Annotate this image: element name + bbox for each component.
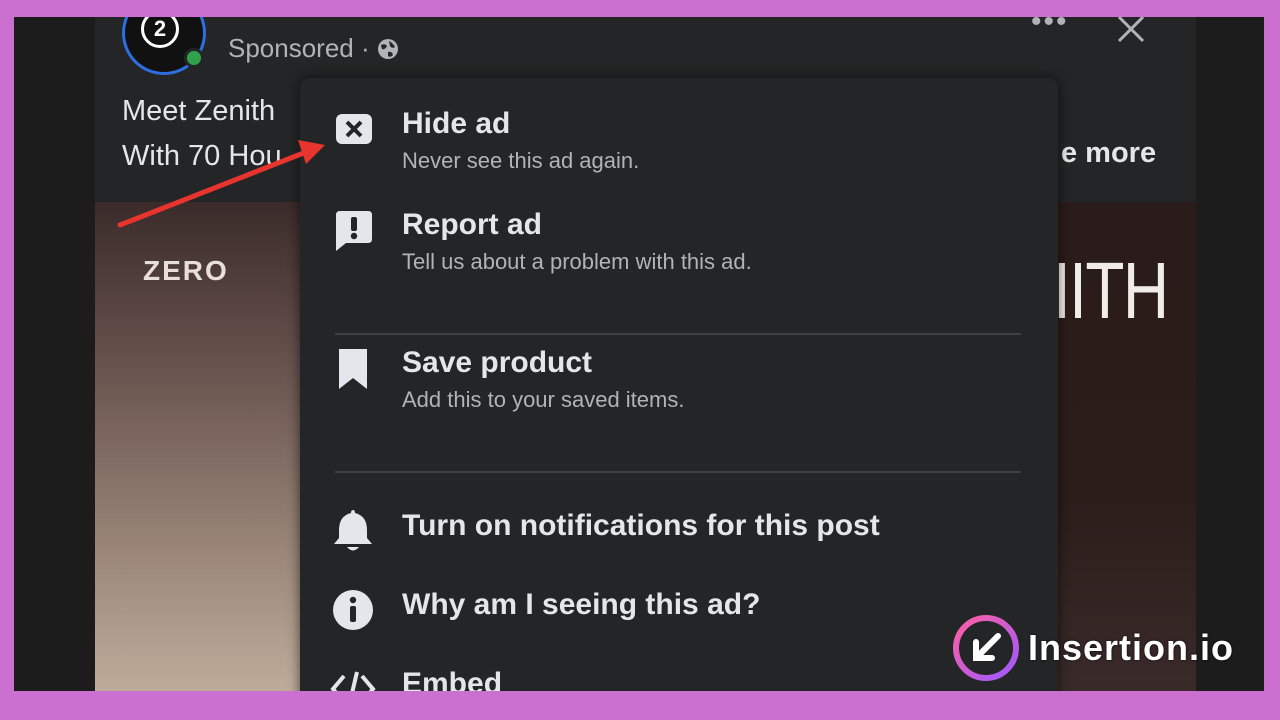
info-icon (333, 590, 373, 630)
globe-icon (377, 38, 398, 59)
insertion-logo-icon (953, 615, 1019, 681)
menu-item-title: Why am I seeing this ad? (402, 588, 761, 621)
menu-item-text: Save product Add this to your saved item… (402, 343, 684, 417)
menu-item-title: Save product (402, 346, 593, 379)
menu-item-why-ad[interactable]: Why am I seeing this ad? (330, 585, 1030, 635)
code-icon (330, 671, 376, 691)
screenshot-frame: 2 Sponsored · ••• Meet Zenith With 70 Ho… (14, 17, 1264, 691)
menu-item-text: Why am I seeing this ad? (402, 585, 760, 635)
menu-item-text: Report ad Tell us about a problem with t… (402, 205, 752, 279)
menu-item-title: Embed (402, 667, 503, 691)
close-box-icon (336, 114, 372, 144)
menu-item-save-product[interactable]: Save product Add this to your saved item… (330, 343, 1030, 417)
menu-item-text: Hide ad Never see this ad again. (402, 104, 639, 178)
menu-item-text: Turn on notifications for this post (402, 506, 880, 556)
menu-item-notifications[interactable]: Turn on notifications for this post (330, 506, 1030, 556)
close-icon[interactable] (1113, 17, 1149, 47)
sponsored-text: Sponsored · (228, 33, 370, 63)
report-icon (336, 211, 372, 251)
menu-item-title: Report ad (402, 208, 543, 241)
menu-divider (335, 471, 1021, 473)
post-caption: Meet Zenith With 70 Hou (122, 89, 282, 179)
caption-line-1: Meet Zenith (122, 95, 276, 127)
sponsored-label[interactable]: Sponsored · (228, 33, 400, 64)
menu-divider (335, 333, 1021, 335)
menu-item-title: Hide ad (402, 107, 511, 140)
menu-item-embed[interactable]: Embed (330, 664, 1030, 691)
menu-item-report-ad[interactable]: Report ad Tell us about a problem with t… (330, 205, 1030, 279)
menu-item-desc: Tell us about a problem with this ad. (402, 249, 752, 274)
brand-logo-icon: 2 (141, 17, 179, 48)
online-status-icon (184, 48, 204, 68)
watermark-text: Insertion.io (1028, 627, 1235, 668)
ad-brand-text-right: IITH (1053, 246, 1169, 335)
caption-line-2: With 70 Hou (122, 140, 282, 172)
bookmark-icon (339, 349, 367, 389)
see-more-link[interactable]: e more (1061, 137, 1156, 170)
ad-brand-text-left: ZERO (143, 255, 229, 286)
post-options-menu: Hide ad Never see this ad again. Report … (300, 78, 1058, 691)
menu-item-desc: Add this to your saved items. (402, 387, 685, 412)
watermark: Insertion.io (950, 612, 1234, 684)
menu-item-desc: Never see this ad again. (402, 148, 640, 173)
menu-item-title: Turn on notifications for this post (402, 509, 880, 542)
menu-item-text: Embed (402, 664, 502, 691)
bell-icon (334, 510, 372, 551)
menu-item-hide-ad[interactable]: Hide ad Never see this ad again. (330, 104, 1030, 178)
more-options-icon[interactable]: ••• (1031, 17, 1071, 37)
